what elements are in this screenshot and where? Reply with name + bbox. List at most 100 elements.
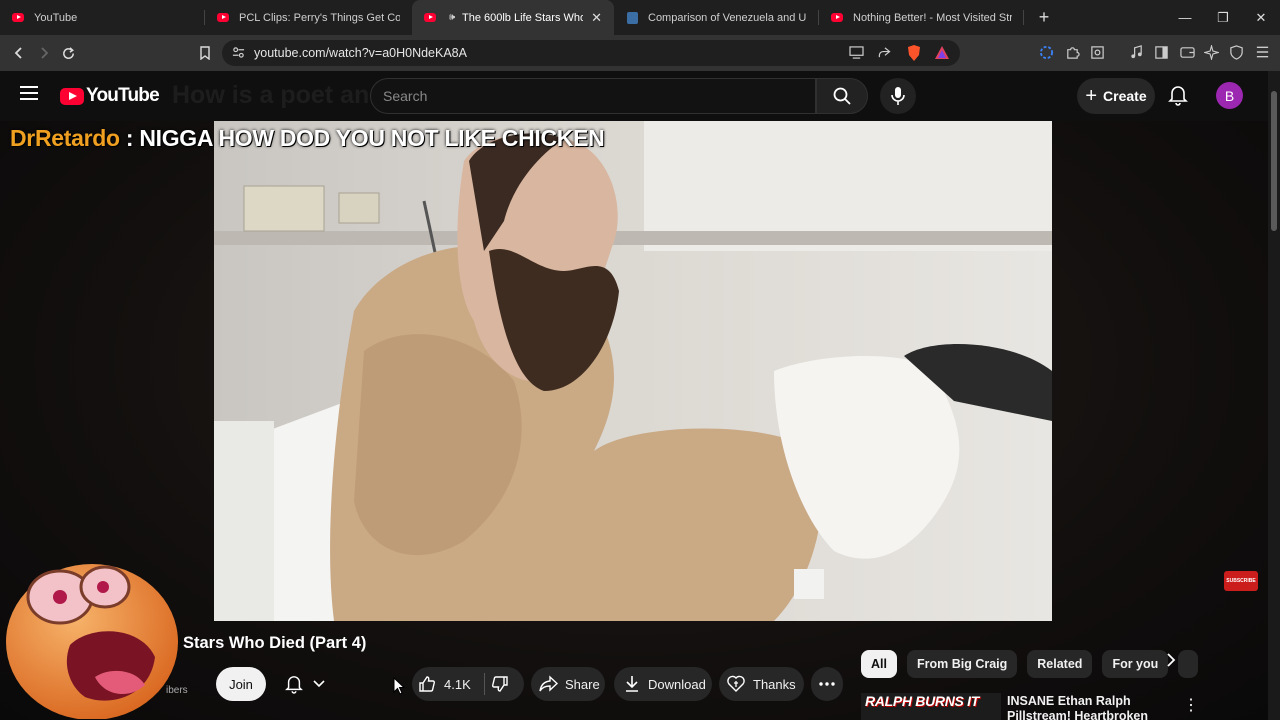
youtube-watch-page: How is a poet and my missing around bird…: [0, 71, 1268, 720]
bell-icon: [285, 676, 303, 694]
chat-separator: :: [119, 125, 140, 151]
share-label: Share: [565, 676, 600, 692]
youtube-logo[interactable]: YouTube: [60, 85, 160, 107]
like-button[interactable]: 4.1K: [412, 675, 482, 693]
search-box: [370, 78, 816, 114]
vpn-icon[interactable]: [1038, 44, 1054, 60]
screenshot-icon[interactable]: [1089, 44, 1105, 60]
minimize-icon[interactable]: —: [1166, 0, 1204, 35]
restore-icon[interactable]: ❐: [1204, 0, 1242, 35]
dislike-button[interactable]: [491, 675, 509, 693]
chat-text: NIGGA HOW DOD YOU NOT LIKE CHICKEN: [139, 125, 605, 151]
browser-tab-bar: YouTube PCL Clips: Perry's Things Get Co…: [0, 0, 1280, 35]
media-controls-icon[interactable]: [1128, 44, 1144, 60]
close-window-icon[interactable]: ✕: [1242, 0, 1280, 35]
cast-icon[interactable]: [849, 46, 864, 64]
thumbs-up-icon: [419, 676, 435, 692]
menu-icon[interactable]: [1254, 44, 1270, 60]
account-avatar[interactable]: B: [1216, 82, 1243, 109]
new-tab-button[interactable]: +: [1030, 7, 1058, 28]
video-frame-image: [214, 121, 1052, 621]
share-arrow-icon: [539, 675, 559, 692]
more-vertical-icon[interactable]: ⋮: [1183, 695, 1199, 715]
subscriber-count: ibers: [166, 685, 188, 696]
notifications-bell-icon[interactable]: [1168, 84, 1188, 111]
like-count: 4.1K: [444, 676, 471, 692]
site-info-icon[interactable]: [232, 46, 245, 64]
microphone-icon: [891, 87, 905, 105]
share-button[interactable]: Share: [531, 667, 605, 701]
search-button[interactable]: [816, 78, 868, 114]
reload-icon[interactable]: [56, 41, 81, 66]
brave-rewards-icon[interactable]: [934, 45, 950, 65]
speaker-icon: 🕪: [448, 12, 456, 23]
video-thumbnail: RALPH BURNS IT: [861, 693, 1001, 720]
tab-label: Nothing Better! - Most Visited Street: [853, 11, 1012, 24]
close-tab-icon[interactable]: ✕: [591, 10, 602, 26]
share-page-icon[interactable]: [877, 46, 891, 64]
search-icon: [833, 87, 851, 105]
notification-settings-button[interactable]: [276, 667, 334, 701]
extensions-icon[interactable]: [1064, 44, 1080, 60]
youtube-icon: [424, 12, 436, 24]
thanks-button[interactable]: Thanks: [719, 667, 804, 701]
browser-tab-nothing-better[interactable]: Nothing Better! - Most Visited Street: [819, 0, 1024, 35]
youtube-wordmark: YouTube: [86, 85, 160, 106]
search-input[interactable]: [383, 88, 783, 104]
tab-label: The 600lb Life Stars Who Died: [462, 11, 584, 24]
chip-related[interactable]: Related: [1027, 650, 1093, 678]
download-icon: [626, 676, 638, 692]
mouse-cursor-icon: [393, 676, 406, 700]
download-label: Download: [648, 676, 706, 692]
browser-tab-youtube[interactable]: YouTube: [0, 0, 205, 35]
browser-tab-pcl-clips[interactable]: PCL Clips: Perry's Things Get Cooked: [205, 0, 412, 35]
tab-label: PCL Clips: Perry's Things Get Cooked: [239, 11, 400, 24]
chip-all[interactable]: All: [861, 650, 897, 678]
window-controls: — ❐ ✕: [1166, 0, 1280, 35]
more-actions-button[interactable]: [811, 667, 843, 701]
vpn-shield-icon[interactable]: [1228, 44, 1244, 60]
super-thanks-icon: [727, 675, 745, 692]
join-button[interactable]: Join: [216, 667, 266, 701]
cartoon-face-icon: [6, 564, 178, 720]
subscribe-badge: SUBSCRIBE: [1224, 571, 1258, 591]
url-text: youtube.com/watch?v=a0H0NdeKA8A: [254, 46, 467, 60]
chip-for-you[interactable]: For you: [1102, 650, 1169, 678]
document-icon: [626, 11, 638, 24]
youtube-icon: [831, 12, 843, 24]
recommended-video-item[interactable]: RALPH BURNS IT INSANE Ethan Ralph Pillst…: [861, 693, 1268, 720]
chevron-down-icon: [313, 680, 325, 688]
create-button[interactable]: + Create: [1077, 78, 1155, 114]
create-label: Create: [1103, 88, 1147, 104]
wallet-icon[interactable]: [1179, 44, 1195, 60]
youtube-header: How is a poet and my missing around bird…: [0, 71, 1268, 121]
browser-tab-600lb-life[interactable]: 🕪 The 600lb Life Stars Who Died ✕: [412, 0, 614, 35]
brave-shields-icon[interactable]: [906, 44, 922, 67]
sidebar-icon[interactable]: [1153, 44, 1169, 60]
address-bar[interactable]: youtube.com/watch?v=a0H0NdeKA8A: [222, 40, 960, 66]
page-scrollbar[interactable]: [1268, 71, 1280, 720]
voice-search-button[interactable]: [880, 78, 916, 114]
chip-overflow[interactable]: [1178, 650, 1199, 678]
chat-username: DrRetardo: [10, 125, 120, 151]
chip-from-big-craig[interactable]: From Big Craig: [906, 650, 1018, 678]
more-horizontal-icon: [819, 682, 835, 686]
thumbnail-text: RALPH BURNS IT: [865, 693, 980, 709]
streamer-emote-overlay: [0, 537, 182, 720]
plus-icon: +: [1085, 84, 1098, 107]
chevron-right-icon[interactable]: [1166, 651, 1176, 672]
youtube-icon: [12, 12, 24, 24]
download-button[interactable]: Download: [614, 667, 712, 701]
forward-arrow-icon[interactable]: [31, 41, 56, 66]
tab-label: Comparison of Venezuela and United: [648, 11, 807, 24]
hamburger-menu-icon[interactable]: [20, 86, 38, 100]
scrollbar-thumb[interactable]: [1271, 91, 1277, 231]
leo-ai-icon[interactable]: [1203, 44, 1219, 60]
stream-chat-message: DrRetardo : NIGGA HOW DOD YOU NOT LIKE C…: [10, 125, 605, 152]
thanks-label: Thanks: [753, 676, 796, 692]
bookmark-icon[interactable]: [192, 41, 217, 66]
back-arrow-icon[interactable]: [6, 41, 31, 66]
video-player[interactable]: [214, 121, 1052, 621]
browser-tab-comparison[interactable]: Comparison of Venezuela and United: [614, 0, 819, 35]
youtube-play-icon: [60, 87, 84, 105]
